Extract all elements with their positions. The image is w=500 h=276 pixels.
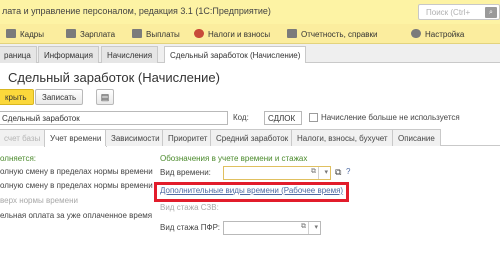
tab-information[interactable]: Информация bbox=[38, 46, 99, 63]
tab-priority[interactable]: Приоритет bbox=[162, 129, 214, 146]
tab-base-calc[interactable]: счет базы bbox=[0, 129, 47, 146]
calculator-icon bbox=[66, 29, 76, 38]
help-icon[interactable]: ? bbox=[346, 167, 350, 176]
code-field[interactable]: СДЛОК bbox=[264, 111, 302, 125]
time-heading: олняется: bbox=[0, 154, 37, 163]
code-label: Код: bbox=[233, 113, 249, 122]
gear-icon bbox=[411, 29, 421, 38]
search-input[interactable]: Поиск (Ctrl+ ⌕ bbox=[418, 4, 500, 20]
page-title: Сдельный заработок (Начисление) bbox=[8, 70, 220, 85]
open-windows-bar: раница Информация Начисления Сдельный за… bbox=[0, 44, 500, 64]
option-extra-payment[interactable]: ельная оплата за уже оплаченное время bbox=[0, 211, 152, 220]
section-nastroyka[interactable]: Настройка bbox=[411, 29, 464, 39]
designations-heading: Обозначения в учете времени и стажах bbox=[160, 154, 308, 163]
save-button[interactable]: Записать bbox=[35, 89, 84, 105]
chevron-down-icon[interactable]: ▾ bbox=[324, 168, 328, 176]
open-link-icon[interactable]: ⧉ bbox=[335, 167, 341, 178]
section-otchetnost[interactable]: Отчетность, справки bbox=[287, 29, 378, 39]
szv-label: Вид стажа СЗВ: bbox=[160, 203, 219, 212]
pfr-select[interactable]: ⧉ ▾ bbox=[223, 221, 321, 235]
document-icon[interactable]: ▤ bbox=[96, 89, 114, 105]
option-over-norm[interactable]: верх нормы времени bbox=[0, 196, 78, 205]
section-vyplaty[interactable]: Выплаты bbox=[132, 29, 180, 39]
open-icon[interactable]: ⧉ bbox=[301, 223, 306, 231]
title-bar: лата и управление персоналом, редакция 3… bbox=[0, 0, 500, 24]
section-nalogi[interactable]: Налоги и взносы bbox=[194, 29, 270, 39]
wallet-icon bbox=[132, 29, 142, 38]
time-type-label: Вид времени: bbox=[160, 168, 211, 177]
tab-description[interactable]: Описание bbox=[392, 129, 441, 146]
person-icon bbox=[6, 29, 16, 38]
option-full-shift-2[interactable]: олную смену в пределах нормы времени bbox=[0, 181, 153, 190]
tab-piecework-accrual[interactable]: Сдельный заработок (Начисление) bbox=[164, 46, 307, 64]
search-icon[interactable]: ⌕ bbox=[485, 7, 497, 18]
name-field[interactable]: Сдельный заработок bbox=[0, 111, 228, 125]
tab-accruals[interactable]: Начисления bbox=[101, 46, 159, 63]
app-title: лата и управление персоналом, редакция 3… bbox=[2, 6, 271, 16]
select-divider bbox=[318, 167, 319, 179]
time-type-select[interactable]: ⧉ ▾ bbox=[223, 166, 331, 180]
option-full-shift-1[interactable]: олную смену в пределах нормы времени bbox=[0, 167, 153, 176]
percent-icon bbox=[194, 29, 204, 38]
tab-start-page[interactable]: раница bbox=[0, 46, 37, 63]
section-zarplata[interactable]: Зарплата bbox=[66, 29, 115, 39]
open-icon[interactable]: ⧉ bbox=[311, 168, 316, 176]
unused-checkbox[interactable] bbox=[309, 113, 318, 122]
search-placeholder: Поиск (Ctrl+ bbox=[426, 8, 471, 17]
sections-panel: Кадры Зарплата Выплаты Налоги и взносы О… bbox=[0, 24, 500, 44]
pfr-label: Вид стажа ПФР: bbox=[160, 223, 220, 232]
form-tabs: счет базы Учет времени Зависимости Приор… bbox=[0, 129, 500, 147]
tab-average-earnings[interactable]: Средний заработок bbox=[210, 129, 295, 146]
tab-dependencies[interactable]: Зависимости bbox=[105, 129, 166, 146]
unused-label: Начисление больше не используется bbox=[321, 113, 460, 122]
select-divider bbox=[308, 222, 309, 234]
tab-taxes[interactable]: Налоги, взносы, бухучет bbox=[291, 129, 394, 146]
report-icon bbox=[287, 29, 297, 38]
extra-time-types-link[interactable]: Дополнительные виды времени (Рабочее вре… bbox=[160, 186, 343, 195]
chevron-down-icon[interactable]: ▾ bbox=[314, 223, 318, 231]
save-and-close-button[interactable]: крыть bbox=[0, 89, 34, 105]
section-kadry[interactable]: Кадры bbox=[6, 29, 44, 39]
tab-time-tracking[interactable]: Учет времени bbox=[44, 129, 108, 147]
